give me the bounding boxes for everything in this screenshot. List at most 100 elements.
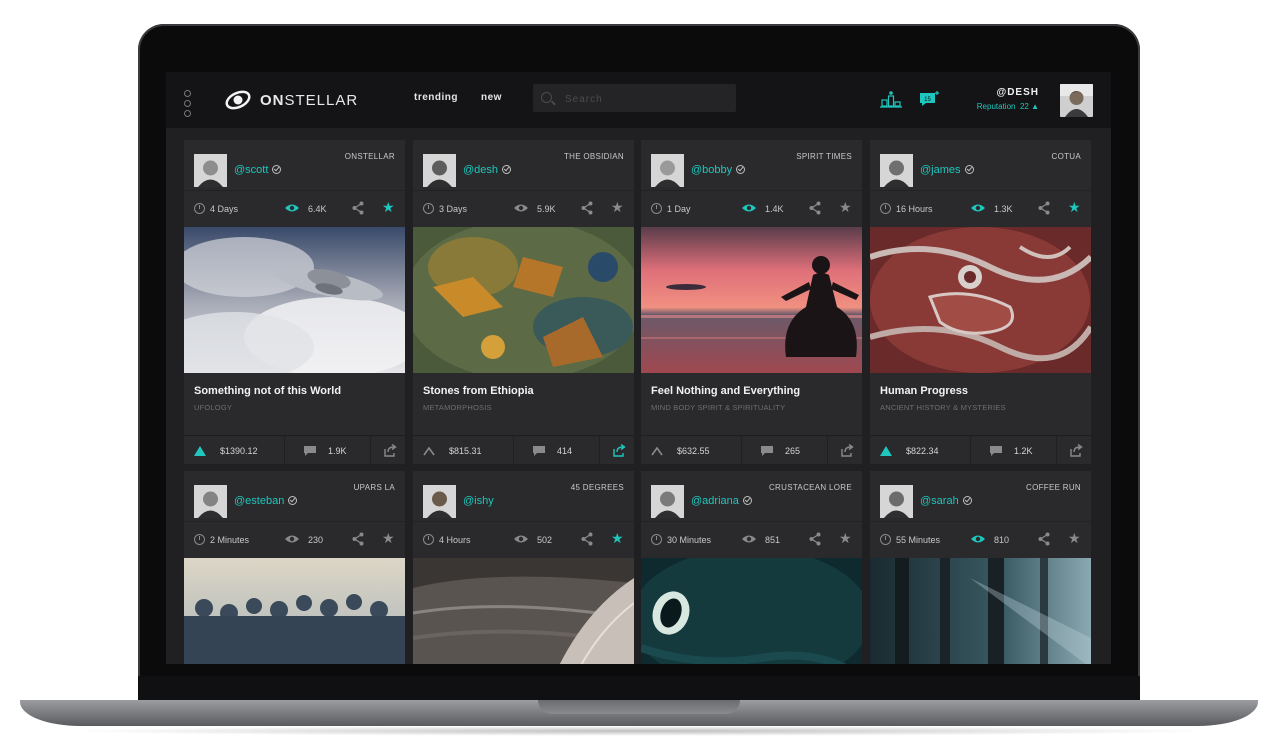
share-icon[interactable] xyxy=(352,201,364,215)
post-source[interactable]: ONSTELLAR xyxy=(345,152,395,161)
view-count: 1.3K xyxy=(994,204,1013,214)
author-avatar[interactable] xyxy=(880,154,913,187)
footer-divider xyxy=(1056,436,1057,466)
author-avatar[interactable] xyxy=(194,154,227,187)
post-image[interactable] xyxy=(870,227,1091,373)
post-title[interactable]: Feel Nothing and Everything xyxy=(651,385,800,397)
post-image[interactable] xyxy=(184,227,405,373)
star-icon[interactable]: ★ xyxy=(382,531,395,545)
post-category[interactable]: MIND BODY SPIRIT & SPIRITUALITY xyxy=(651,403,785,412)
reshare-icon[interactable] xyxy=(1070,444,1083,457)
leaderboard-icon[interactable] xyxy=(880,90,902,108)
author-handle[interactable]: @sarah xyxy=(920,495,972,507)
author-handle[interactable]: @esteban xyxy=(234,495,298,507)
comments-icon[interactable] xyxy=(990,446,1002,456)
post-card[interactable]: @adriana CRUSTACEAN LORE 30 Minutes 851 … xyxy=(641,471,862,664)
author-handle[interactable]: @bobby xyxy=(691,164,746,176)
nav-new[interactable]: new xyxy=(481,92,502,103)
user-handle[interactable]: @DESH xyxy=(996,87,1039,98)
author-avatar[interactable] xyxy=(194,485,227,518)
post-title[interactable]: Stones from Ethiopia xyxy=(423,385,534,397)
share-icon[interactable] xyxy=(581,532,593,546)
comments-icon[interactable] xyxy=(761,446,773,456)
comments-icon[interactable] xyxy=(304,446,316,456)
nav-trending[interactable]: trending xyxy=(414,92,458,103)
reshare-icon[interactable] xyxy=(384,444,397,457)
author-avatar[interactable] xyxy=(651,154,684,187)
views-icon xyxy=(971,535,985,543)
views-icon xyxy=(285,535,299,543)
author-handle[interactable]: @james xyxy=(920,164,974,176)
post-image-graphic xyxy=(641,227,862,373)
post-image[interactable] xyxy=(870,558,1091,664)
author-avatar[interactable] xyxy=(651,485,684,518)
star-icon[interactable]: ★ xyxy=(1068,531,1081,545)
author-avatar[interactable] xyxy=(423,485,456,518)
post-title[interactable]: Something not of this World xyxy=(194,385,341,397)
post-card[interactable]: @bobby SPIRIT TIMES 1 Day 1.4K ★ Feel No… xyxy=(641,140,862,466)
star-icon[interactable]: ★ xyxy=(382,200,395,214)
app-screen: ONSTELLAR trending new 15 @DESH Reputati… xyxy=(166,72,1111,664)
card-title-area: Something not of this World UFOLOGY xyxy=(184,373,405,436)
post-category[interactable]: METAMORPHOSIS xyxy=(423,403,492,412)
post-image[interactable] xyxy=(184,558,405,664)
post-category[interactable]: UFOLOGY xyxy=(194,403,232,412)
laptop-shadow xyxy=(60,726,1220,736)
post-age: 1 Day xyxy=(667,204,691,214)
star-icon[interactable]: ★ xyxy=(839,531,852,545)
star-icon[interactable]: ★ xyxy=(839,200,852,214)
notifications-icon[interactable]: 15 xyxy=(918,90,940,108)
author-handle[interactable]: @adriana xyxy=(691,495,752,507)
comments-icon[interactable] xyxy=(533,446,545,456)
author-handle[interactable]: @scott xyxy=(234,164,282,176)
post-age: 30 Minutes xyxy=(667,535,712,545)
post-image[interactable] xyxy=(641,227,862,373)
post-source[interactable]: UPARS LA xyxy=(354,483,395,492)
share-icon[interactable] xyxy=(352,532,364,546)
post-image-graphic xyxy=(413,558,634,664)
share-icon[interactable] xyxy=(809,532,821,546)
share-icon[interactable] xyxy=(581,201,593,215)
post-card[interactable]: @ishy 45 DEGREES 4 Hours 502 ★ xyxy=(413,471,634,664)
view-count: 230 xyxy=(308,535,324,545)
post-card[interactable]: @sarah COFFEE RUN 55 Minutes 810 ★ xyxy=(870,471,1091,664)
menu-dots-icon[interactable] xyxy=(184,90,192,117)
post-card[interactable]: @esteban UPARS LA 2 Minutes 230 ★ xyxy=(184,471,405,664)
star-icon[interactable]: ★ xyxy=(611,200,624,214)
post-card[interactable]: @desh THE OBSIDIAN 3 Days 5.9K ★ Stones … xyxy=(413,140,634,466)
card-meta: 2 Minutes 230 ★ xyxy=(184,521,405,558)
search-input[interactable] xyxy=(563,90,727,108)
star-icon[interactable]: ★ xyxy=(611,531,624,545)
verified-icon xyxy=(962,496,972,505)
reshare-icon[interactable] xyxy=(841,444,854,457)
post-source[interactable]: THE OBSIDIAN xyxy=(564,152,624,161)
post-card[interactable]: @scott ONSTELLAR 4 Days 6.4K ★ Something… xyxy=(184,140,405,466)
app-logo[interactable]: ONSTELLAR xyxy=(224,86,358,114)
author-avatar[interactable] xyxy=(880,485,913,518)
post-category[interactable]: ANCIENT HISTORY & MYSTERIES xyxy=(880,403,1006,412)
upvote-icon[interactable] xyxy=(880,446,892,456)
post-source[interactable]: 45 DEGREES xyxy=(571,483,624,492)
star-icon[interactable]: ★ xyxy=(1068,200,1081,214)
upvote-icon[interactable] xyxy=(423,446,435,456)
upvote-icon[interactable] xyxy=(194,446,206,456)
upvote-icon[interactable] xyxy=(651,446,663,456)
post-source[interactable]: COFFEE RUN xyxy=(1026,483,1081,492)
post-source[interactable]: COTUA xyxy=(1052,152,1082,161)
search-box[interactable] xyxy=(533,84,736,112)
post-title[interactable]: Human Progress xyxy=(880,385,968,397)
share-icon[interactable] xyxy=(1038,532,1050,546)
post-image[interactable] xyxy=(641,558,862,664)
share-icon[interactable] xyxy=(809,201,821,215)
share-icon[interactable] xyxy=(1038,201,1050,215)
author-avatar[interactable] xyxy=(423,154,456,187)
post-image[interactable] xyxy=(413,558,634,664)
post-image[interactable] xyxy=(413,227,634,373)
author-handle[interactable]: @ishy xyxy=(463,495,494,507)
post-card[interactable]: @james COTUA 16 Hours 1.3K ★ Human Progr… xyxy=(870,140,1091,466)
author-handle[interactable]: @desh xyxy=(463,164,512,176)
reshare-icon[interactable] xyxy=(613,444,626,457)
user-avatar[interactable] xyxy=(1060,84,1093,117)
post-source[interactable]: CRUSTACEAN LORE xyxy=(769,483,852,492)
post-source[interactable]: SPIRIT TIMES xyxy=(796,152,852,161)
